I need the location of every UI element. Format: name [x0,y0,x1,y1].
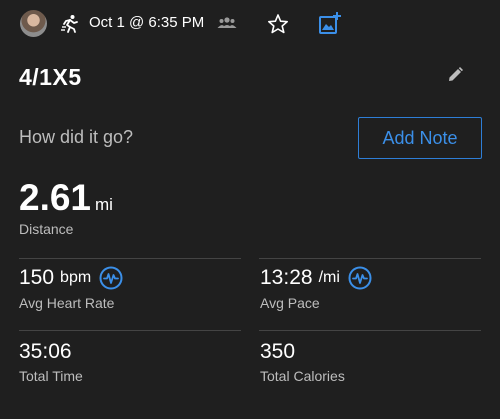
activity-title: 4/1X5 [19,64,82,90]
user-avatar[interactable] [20,10,47,37]
pace-unit: /mi [318,269,340,286]
calories-value: 350 [260,340,296,363]
pace-value: 13:28 [260,266,313,289]
divider [259,258,481,259]
running-icon [60,14,80,34]
total-time-label: Total Time [19,368,83,384]
divider [19,330,241,331]
pace-label: Avg Pace [260,295,320,311]
pace-value-row: 13:28 /mi [260,266,372,290]
pulse-icon[interactable] [348,266,372,290]
heart-rate-label: Avg Heart Rate [19,295,115,311]
heart-rate-value-row: 150 bpm [19,266,123,290]
heart-rate-value: 150 [19,266,55,289]
pulse-icon[interactable] [99,266,123,290]
total-time-value: 35:06 [19,340,72,363]
distance-value: 2.61 [19,177,92,218]
divider [259,330,481,331]
heart-rate-unit: bpm [60,269,92,286]
divider [19,258,241,259]
distance-label: Distance [19,221,74,237]
calories-label: Total Calories [260,368,345,384]
distance-value-row: 2.61 mi [19,177,113,219]
people-icon[interactable] [217,15,237,31]
note-prompt: How did it go? [19,127,134,147]
star-icon[interactable] [267,13,289,35]
distance-unit: mi [95,195,113,214]
add-note-button[interactable]: Add Note [358,117,482,159]
pencil-icon[interactable] [446,66,464,84]
activity-date-time: Oct 1 @ 6:35 PM [89,14,205,31]
add-photo-icon[interactable] [318,11,342,35]
